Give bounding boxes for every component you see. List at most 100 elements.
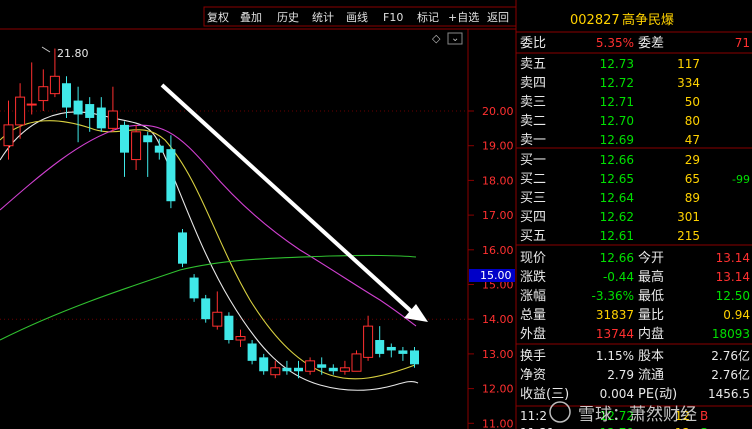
stat-value: 2.76亿 — [711, 367, 750, 382]
candle-down — [143, 135, 153, 143]
buy-level-volume: 29 — [685, 153, 700, 167]
price-axis-label: 13.00 — [482, 348, 514, 361]
sell-level-volume: 50 — [685, 95, 700, 109]
candle-up — [38, 86, 49, 102]
buy-level-volume: 65 — [685, 172, 700, 186]
stat-value: 12.66 — [600, 251, 634, 265]
buy-level-price: 12.65 — [600, 172, 634, 186]
sell-level-label: 卖四 — [520, 76, 546, 91]
sell-level-label: 卖二 — [520, 114, 546, 129]
sell-level-label: 卖一 — [520, 133, 546, 148]
candle-down — [166, 149, 176, 202]
sell-level-price: 12.69 — [600, 133, 634, 147]
sell-level-price: 12.72 — [600, 76, 634, 90]
buy-level-price: 12.66 — [600, 153, 634, 167]
stat-label: 股本 — [638, 349, 664, 364]
watermark: 雪球：萧然财经 — [549, 401, 697, 425]
quote-panel: 002827 高争民爆 委比 5.35% 委差 71 卖五 12.73 117 卖四 12.72… — [516, 12, 752, 429]
stat-label: 内盘 — [638, 326, 664, 342]
sell-level-price: 12.70 — [600, 114, 634, 128]
buy-level-label: 买三 — [520, 191, 546, 206]
stat-label: 今开 — [638, 250, 664, 266]
stat-label: 总量 — [520, 308, 546, 323]
price-axis-label: 20.00 — [482, 105, 514, 118]
buy-level-change: -99 — [732, 173, 750, 186]
candle-up — [49, 75, 60, 95]
toolbar-buttons: 复权 叠加 历史 统计 画线 F10 标记 +自选 返回 — [207, 10, 509, 24]
price-axis-label: 12.00 — [482, 383, 514, 396]
candle-up — [363, 325, 374, 358]
stat-label: 最低 — [638, 289, 664, 304]
candle-up — [351, 353, 362, 372]
current-price-tag-label: 15.00 — [480, 269, 512, 282]
buy-level-label: 买一 — [520, 153, 546, 168]
stat-value: 13744 — [596, 327, 634, 341]
buy-level-label: 买五 — [520, 229, 546, 244]
chevron-down-icon: ⌄ — [451, 33, 459, 44]
buy-level-volume: 89 — [685, 191, 700, 205]
price-axis: 20.00 19.00 18.00 17.00 16.00 15.00 14.00 13.00… — [468, 105, 514, 429]
toolbar: 复权 叠加 历史 统计 画线 F10 标记 +自选 返回 — [203, 6, 517, 27]
toolbar-button-fuquan[interactable]: 复权 — [207, 10, 229, 24]
price-axis-label: 19.00 — [482, 140, 514, 153]
candle-up — [212, 311, 223, 327]
candle-down — [386, 346, 396, 351]
sell-level-volume: 47 — [685, 133, 700, 147]
stat-value: 0.94 — [723, 308, 750, 322]
toolbar-button-huaxian[interactable]: 画线 — [346, 10, 368, 24]
stat-label: 流通 — [638, 368, 664, 383]
stat-value: 2.79 — [607, 368, 634, 382]
chart-gridlines — [0, 110, 468, 320]
candle-down — [282, 367, 292, 372]
stat-value: 31837 — [596, 308, 634, 322]
candle-down — [317, 364, 327, 368]
stat-label: 外盘 — [520, 326, 546, 342]
candle-up — [131, 131, 142, 161]
candle-down — [120, 124, 129, 153]
ma-line-green — [0, 254, 417, 341]
stat-value: 12.50 — [716, 289, 750, 303]
price-axis-label: 14.00 — [482, 313, 514, 326]
toolbar-button-zixuan[interactable]: +自选 — [448, 11, 479, 24]
toolbar-button-fanhui[interactable]: 返回 — [487, 11, 509, 24]
candlestick-series — [3, 48, 419, 379]
watermark-text: 雪球：萧然财经 — [578, 405, 697, 425]
toolbar-button-biaoji[interactable]: 标记 — [417, 10, 439, 24]
buy-level-price: 12.62 — [600, 210, 634, 224]
stock-code: 002827 — [570, 13, 620, 28]
candle-up — [107, 110, 118, 129]
candle-up — [3, 124, 14, 147]
sell-level-price: 12.73 — [600, 57, 634, 71]
watermark-logo-icon — [549, 401, 571, 423]
sell-level-price: 12.71 — [600, 95, 634, 109]
stock-chart-screen: 复权 叠加 历史 统计 画线 F10 标记 +自选 返回 ◇ ⌄ 20.00 19… — [0, 0, 752, 429]
buy-level-price: 12.64 — [600, 191, 634, 205]
toolbar-button-f10[interactable]: F10 — [383, 11, 403, 24]
toolbar-button-lishi[interactable]: 历史 — [277, 11, 299, 24]
stat-label: 换手 — [520, 349, 546, 364]
toolbar-button-tongji[interactable]: 统计 — [312, 11, 334, 24]
candle-down — [96, 107, 106, 129]
candle-down — [375, 340, 385, 354]
diamond-icon[interactable]: ◇ — [432, 32, 441, 45]
ma-line-white — [0, 111, 419, 391]
candle-down — [154, 145, 164, 153]
toolbar-button-diejia[interactable]: 叠加 — [240, 11, 262, 24]
stat-value: 13.14 — [716, 270, 750, 284]
stat-label: 净资 — [520, 368, 546, 383]
candle-down — [410, 350, 419, 365]
stat-label: 现价 — [520, 251, 546, 266]
stat-value: 13.14 — [716, 251, 750, 265]
weibi-label: 委比 — [520, 36, 546, 51]
candle-down — [259, 357, 269, 372]
candle-up — [235, 336, 246, 341]
stat-value: 1456.5 — [708, 387, 750, 401]
tick-time: 11:2 — [520, 409, 547, 423]
price-axis-label: 17.00 — [482, 209, 514, 222]
stat-value: 1.15% — [596, 349, 634, 363]
candle-up — [305, 360, 316, 372]
trend-arrow-annotation — [160, 83, 428, 322]
stat-label: 收益(三) — [520, 387, 569, 402]
candle-down — [224, 315, 234, 341]
stat-label: 量比 — [638, 308, 664, 323]
